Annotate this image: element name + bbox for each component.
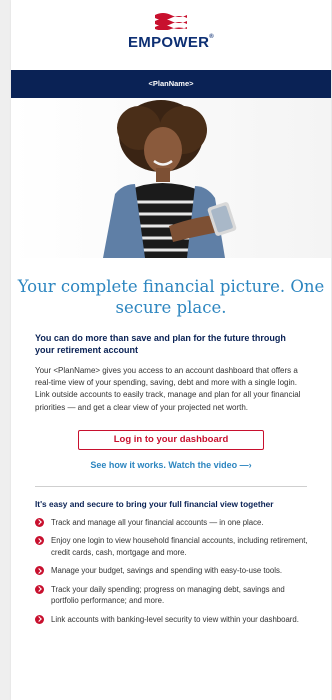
arrow-bullet-icon [35,517,44,527]
divider [35,485,307,487]
empower-logo-text: EMPOWER® [127,34,214,51]
woman-with-phone-photo-icon [11,98,331,258]
list-item: Link accounts with banking-level securit… [35,614,309,626]
list-item: Enjoy one login to view household financ… [35,535,309,558]
features-heading: It's easy and secure to bring your full … [35,498,274,509]
arrow-bullet-icon [35,536,44,546]
list-item: Track your daily spending; progress on m… [35,584,309,607]
login-dashboard-button[interactable]: Log in to your dashboard [78,429,264,450]
brand-header: EMPOWER® [11,0,331,70]
features-list: Track and manage all your financial acco… [35,517,309,626]
subheading: You can do more than save and plan for t… [35,333,286,355]
intro-paragraph: Your <PlanName> gives you access to an a… [35,366,301,412]
arrow-bullet-icon [35,614,44,624]
list-item: Track and manage all your financial acco… [35,517,309,529]
arrow-bullet-icon [35,584,44,594]
hero-image [11,98,331,258]
email-card: EMPOWER® <PlanName> Your complete financ… [11,0,331,700]
arrow-bullet-icon [35,566,44,576]
watch-video-link[interactable]: See how it works. Watch the video —› [11,460,331,470]
list-item: Manage your budget, savings and spending… [35,565,309,577]
empower-logo-icon [155,13,187,30]
page-title: Your complete financial picture. One sec… [17,277,325,317]
plan-name: <PlanName> [148,79,194,88]
plan-name-bar: <PlanName> [11,70,331,98]
